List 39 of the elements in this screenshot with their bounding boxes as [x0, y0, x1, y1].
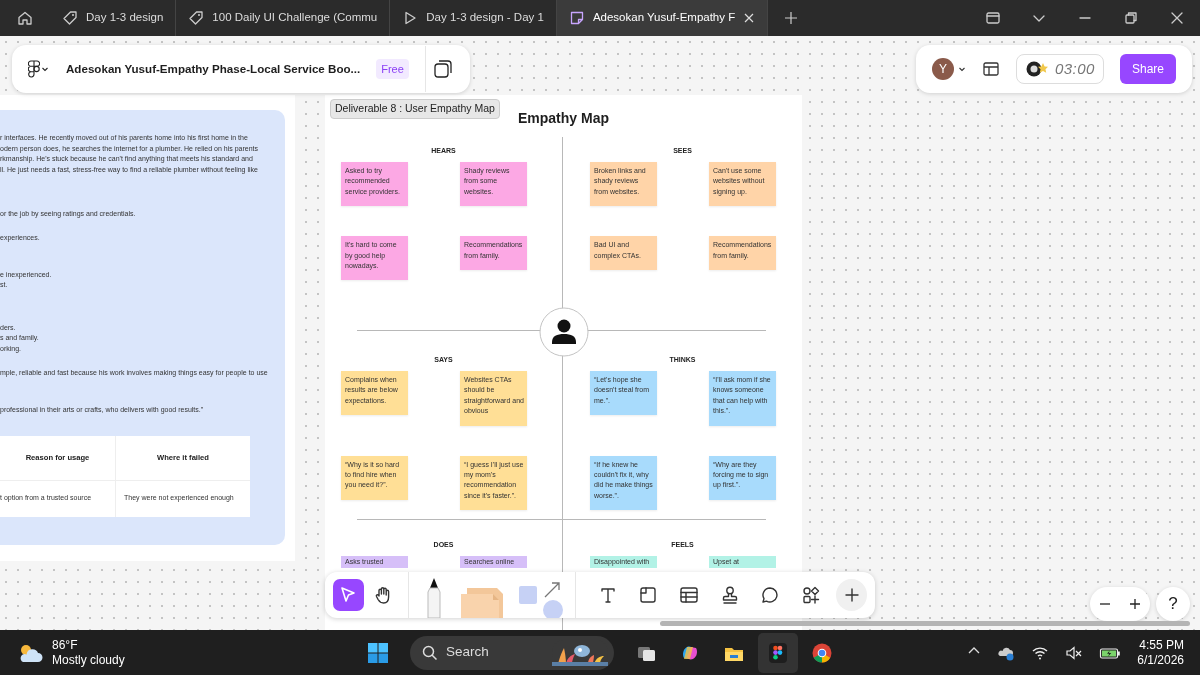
tag-icon — [62, 10, 78, 26]
help-button[interactable]: ? — [1156, 587, 1190, 621]
muted-speaker-icon[interactable] — [1065, 643, 1084, 662]
weather-condition: Mostly cloudy — [52, 652, 125, 668]
logo-icon — [28, 60, 40, 78]
select-tool[interactable] — [333, 579, 364, 611]
search-icon — [422, 644, 438, 661]
add-button[interactable] — [836, 579, 867, 611]
clock-date[interactable]: 6/1/2026 — [1137, 652, 1184, 668]
temperature: 86°F — [52, 637, 79, 653]
search-box[interactable]: Search — [410, 635, 614, 670]
caret-icon — [957, 65, 966, 73]
sticker-icon — [1024, 59, 1049, 79]
timer-button[interactable]: 03:00 — [1015, 54, 1104, 84]
table-icon — [677, 584, 700, 606]
tag-icon — [188, 10, 205, 26]
scrollbar[interactable] — [660, 621, 1190, 626]
main-menu-button[interactable] — [28, 60, 50, 78]
plus-icon — [1129, 598, 1141, 610]
minus-icon — [1099, 603, 1111, 605]
map-title: Empathy Map — [518, 110, 609, 126]
clock-time[interactable]: 4:55 PM — [1137, 637, 1184, 653]
share-button[interactable]: Share — [1119, 54, 1176, 84]
plan-badge: Free — [376, 58, 409, 80]
browser-icon[interactable] — [811, 641, 833, 664]
plus-icon — [843, 587, 860, 603]
layout-icon[interactable] — [981, 60, 1000, 78]
start-icon[interactable] — [367, 641, 389, 664]
pages-icon[interactable] — [431, 58, 454, 80]
frame-tag: Deliverable 8 : User Empathy Map — [330, 99, 500, 119]
sticky-note-icon — [568, 10, 585, 26]
plus-icon — [784, 11, 799, 25]
sidebar-icon[interactable] — [985, 10, 1001, 26]
browser-tab[interactable]: Adesokan Yusuf-Empathy F — [556, 0, 769, 36]
close-icon[interactable] — [743, 12, 756, 24]
home-icon — [17, 10, 33, 26]
file-title[interactable]: Adesokan Yusuf-Empathy Phase-Local Service Boo... — [66, 60, 361, 78]
restore-icon[interactable] — [1123, 10, 1139, 26]
close-icon[interactable] — [1169, 10, 1185, 26]
